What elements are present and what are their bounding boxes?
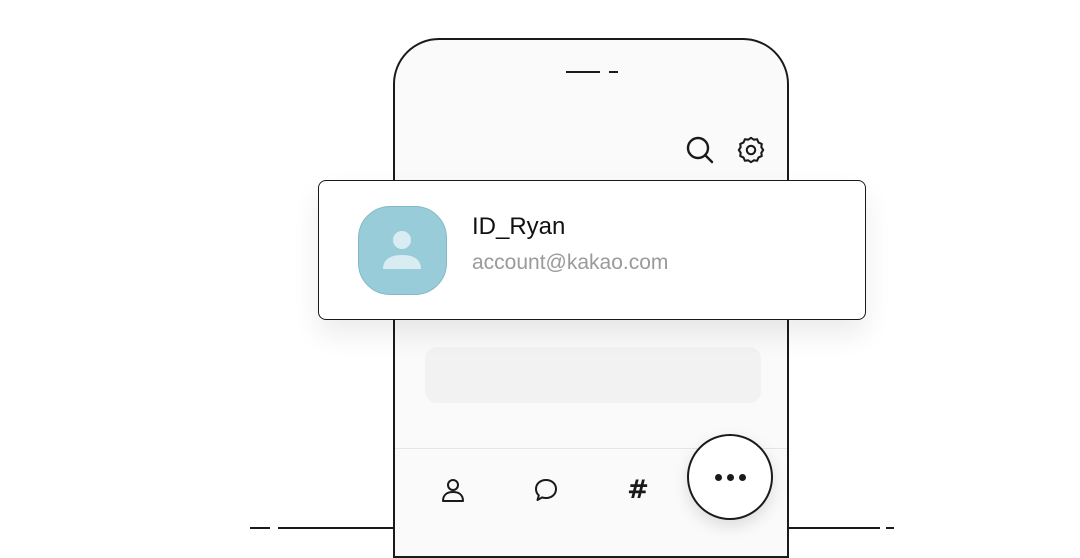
search-icon[interactable] (685, 135, 715, 165)
phone-notch (566, 71, 600, 73)
account-card[interactable]: ID_Ryan account@kakao.com (318, 180, 866, 320)
more-dots-icon (738, 473, 746, 481)
gear-icon[interactable] (736, 135, 766, 165)
more-button[interactable] (687, 434, 773, 520)
tab-friends[interactable] (438, 475, 468, 505)
account-email: account@kakao.com (472, 251, 669, 274)
avatar (358, 206, 447, 295)
more-dots-icon (726, 473, 734, 481)
floor-line-right-short (886, 527, 894, 529)
person-icon (442, 479, 464, 502)
chat-bubble-icon (535, 479, 557, 501)
account-id: ID_Ryan (472, 213, 566, 240)
floor-line-left-short (250, 527, 270, 529)
tab-chat[interactable] (531, 475, 561, 505)
more-dots-icon (714, 473, 722, 481)
hashtag-icon[interactable]: # (623, 475, 653, 505)
phone-notch-dot (609, 71, 618, 73)
content-placeholder (425, 347, 761, 403)
person-icon (383, 231, 421, 269)
